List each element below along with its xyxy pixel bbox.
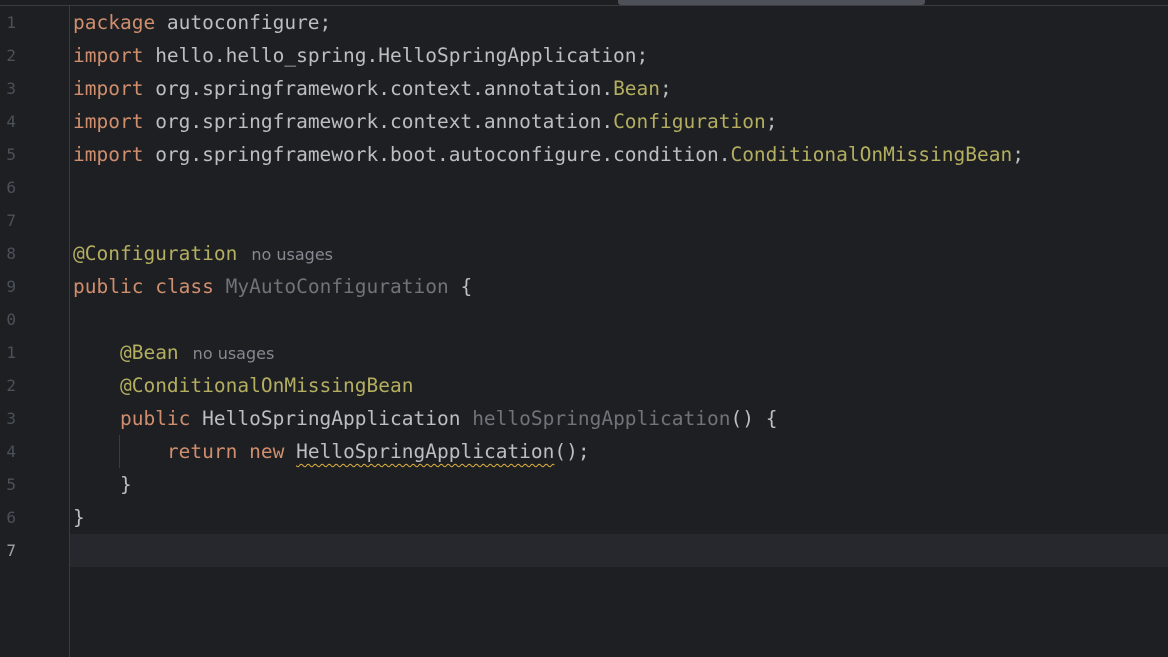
line-number: 0: [6, 310, 16, 329]
keyword: import: [73, 44, 144, 67]
line-number: 5: [6, 145, 16, 164]
import-annotation-class[interactable]: ConditionalOnMissingBean: [730, 143, 1012, 166]
code-line[interactable]: 1 package autoconfigure;: [0, 6, 1168, 39]
code-line[interactable]: 2 @ConditionalOnMissingBean: [0, 369, 1168, 402]
line-number: 1: [6, 13, 16, 32]
code-editor[interactable]: 1 package autoconfigure; 2 import hello.…: [0, 0, 1168, 657]
line-number: 3: [6, 409, 16, 428]
method-signature-end: () {: [730, 407, 778, 430]
annotation[interactable]: @Bean: [120, 341, 179, 364]
method-name[interactable]: helloSpringApplication: [472, 407, 730, 430]
code-line[interactable]: 3 public HelloSpringApplication helloSpr…: [0, 402, 1168, 435]
keyword: class: [155, 275, 214, 298]
constructor-call-warning[interactable]: HelloSpringApplication: [296, 440, 554, 463]
code-line[interactable]: 1 @Bean no usages: [0, 336, 1168, 369]
line-number: 9: [6, 277, 16, 296]
code-line[interactable]: 9 public class MyAutoConfiguration {: [0, 270, 1168, 303]
line-number: 3: [6, 79, 16, 98]
keyword: public: [119, 407, 191, 430]
code-line[interactable]: 3 import org.springframework.context.ann…: [0, 72, 1168, 105]
annotation[interactable]: @Configuration: [73, 242, 237, 265]
import-annotation-class[interactable]: Configuration: [613, 110, 766, 133]
code-line[interactable]: 5 }: [0, 468, 1168, 501]
close-brace: }: [73, 506, 85, 529]
code-line[interactable]: 5 import org.springframework.boot.autoco…: [0, 138, 1168, 171]
annotation[interactable]: @ConditionalOnMissingBean: [120, 374, 414, 397]
code-line[interactable]: 6: [0, 171, 1168, 204]
line-number: 2: [6, 376, 16, 395]
usages-inlay-hint[interactable]: no usages: [193, 344, 275, 363]
code-line[interactable]: 2 import hello.hello_spring.HelloSpringA…: [0, 39, 1168, 72]
keyword: import: [73, 110, 144, 133]
line-number: 6: [6, 508, 16, 527]
line-number: 2: [6, 46, 16, 65]
keyword: import: [73, 77, 144, 100]
line-number: 5: [6, 475, 16, 494]
line-number: 7: [6, 211, 16, 230]
usages-inlay-hint[interactable]: no usages: [251, 245, 333, 264]
line-number-active: 7: [6, 541, 16, 560]
code-line[interactable]: 4 return new HelloSpringApplication();: [0, 435, 1168, 468]
import-annotation-class[interactable]: Bean: [613, 77, 660, 100]
code-line[interactable]: 7: [0, 204, 1168, 237]
keyword: import: [73, 143, 144, 166]
keyword: return: [166, 440, 238, 463]
code-line[interactable]: 0: [0, 303, 1168, 336]
import-path: org.springframework.context.annotation.: [143, 77, 614, 100]
semicolon: ;: [765, 110, 778, 133]
package-name: autoconfigure;: [155, 11, 332, 34]
horizontal-scrollbar[interactable]: [618, 0, 925, 5]
keyword: package: [73, 11, 156, 34]
open-brace: {: [448, 275, 473, 298]
import-path: org.springframework.context.annotation.: [143, 110, 614, 133]
line-number: 4: [6, 442, 16, 461]
keyword: new: [249, 440, 285, 463]
code-line[interactable]: 6 }: [0, 501, 1168, 534]
code-area[interactable]: 1 package autoconfigure; 2 import hello.…: [0, 6, 1168, 567]
keyword: public: [73, 275, 144, 298]
code-line[interactable]: 4 import org.springframework.context.ann…: [0, 105, 1168, 138]
line-number: 1: [6, 343, 16, 362]
semicolon: ;: [660, 77, 672, 100]
import-path: org.springframework.boot.autoconfigure.c…: [143, 143, 731, 166]
return-type[interactable]: HelloSpringApplication: [190, 407, 472, 430]
code-line[interactable]: 8 @Configuration no usages: [0, 237, 1168, 270]
code-line-current[interactable]: 7: [0, 534, 1168, 567]
semicolon: ;: [1012, 143, 1024, 166]
class-name[interactable]: MyAutoConfiguration: [226, 275, 449, 298]
close-brace: }: [119, 473, 132, 496]
import-path: hello.hello_spring.HelloSpringApplicatio…: [143, 44, 649, 67]
line-number: 4: [6, 112, 16, 131]
line-number: 8: [6, 244, 16, 263]
call-end: ();: [554, 440, 590, 463]
line-number: 6: [6, 178, 16, 197]
